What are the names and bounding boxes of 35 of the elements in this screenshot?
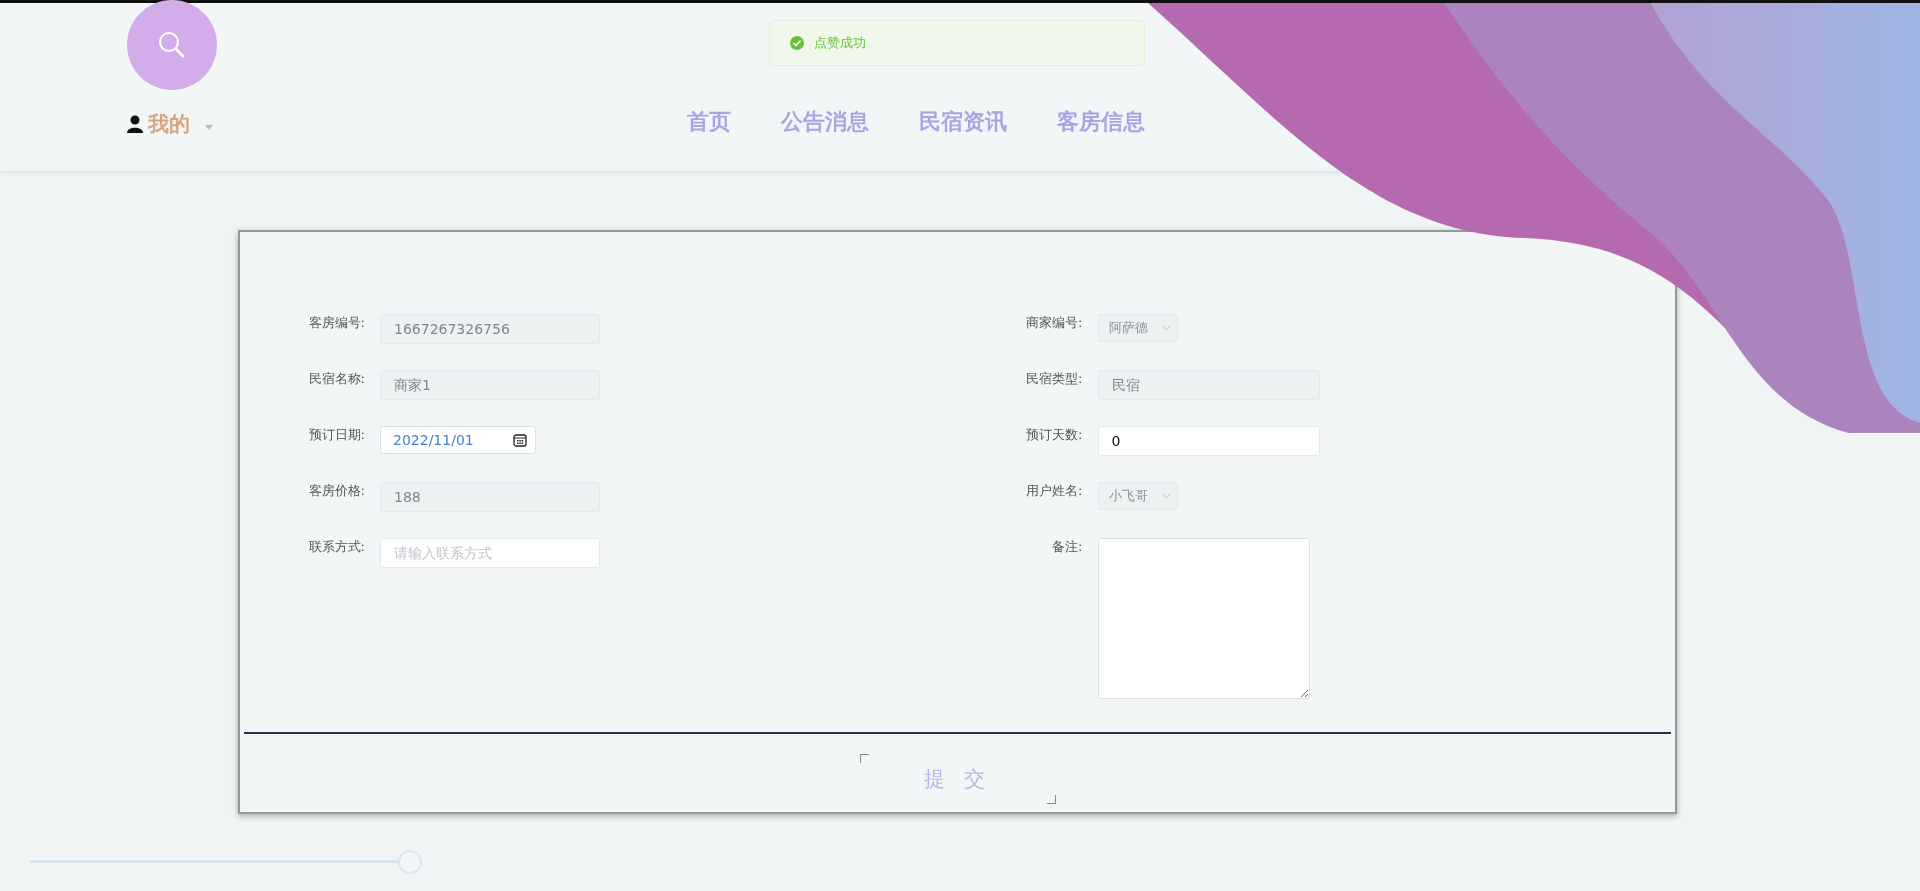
input-field[interactable]: 请输入联系方式 bbox=[380, 538, 600, 568]
nav-link[interactable]: 民宿资讯 bbox=[919, 107, 1007, 137]
calendar-icon[interactable] bbox=[513, 433, 527, 447]
search-icon bbox=[157, 30, 187, 60]
nav-link[interactable]: 客房信息 bbox=[1057, 107, 1145, 137]
input-field[interactable]: 1667267326756 bbox=[380, 314, 600, 344]
user-menu[interactable]: 我的 bbox=[127, 110, 213, 138]
nav-link[interactable]: 首页 bbox=[687, 107, 731, 137]
success-icon bbox=[790, 36, 804, 50]
field-label: 备注: bbox=[1051, 538, 1084, 556]
slider-thumb[interactable] bbox=[398, 850, 422, 874]
field-label: 预订天数: bbox=[1025, 426, 1084, 444]
field-label: 客房价格: bbox=[307, 482, 366, 500]
field-label: 商家编号: bbox=[1025, 314, 1084, 332]
input-field[interactable]: 商家1 bbox=[380, 370, 600, 400]
user-icon bbox=[127, 115, 143, 133]
input-field[interactable]: 188 bbox=[380, 482, 600, 512]
nav-link[interactable]: 公告消息 bbox=[781, 107, 869, 137]
submit-button[interactable]: 提 交 bbox=[859, 754, 1056, 804]
field-label: 民宿类型: bbox=[1025, 370, 1084, 388]
toast-message: 点赞成功 bbox=[814, 34, 866, 52]
field-label: 客房编号: bbox=[307, 314, 366, 332]
input-field[interactable]: 0 bbox=[1097, 426, 1320, 456]
field-label: 预订日期: bbox=[307, 426, 366, 444]
caret-icon bbox=[205, 124, 213, 130]
field-label: 联系方式: bbox=[307, 538, 366, 556]
select-field[interactable]: 小飞哥 bbox=[1097, 482, 1178, 510]
field-label: 民宿名称: bbox=[307, 370, 366, 388]
chevron-icon bbox=[1161, 325, 1171, 331]
field-label: 用户姓名: bbox=[1025, 482, 1084, 500]
date-field[interactable]: 2022/11/01 bbox=[380, 426, 536, 454]
textarea-field[interactable] bbox=[1097, 538, 1310, 699]
select-field[interactable]: 阿萨德 bbox=[1097, 314, 1178, 342]
input-field[interactable]: 民宿 bbox=[1097, 370, 1320, 400]
chevron-icon bbox=[1161, 493, 1171, 499]
